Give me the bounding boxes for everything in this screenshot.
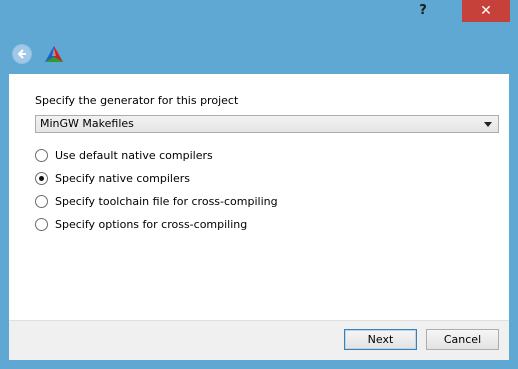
wizard-page: Specify the generator for this project M… — [9, 74, 509, 320]
cmake-logo-icon — [45, 46, 63, 62]
generator-select[interactable]: MinGW Makefiles — [35, 115, 499, 133]
radio-label: Specify toolchain file for cross-compili… — [55, 195, 278, 208]
back-arrow-icon[interactable] — [12, 44, 32, 64]
title-bar: ? ✕ — [0, 0, 518, 24]
radio-button-selected[interactable] — [35, 172, 48, 185]
radio-button[interactable] — [35, 149, 48, 162]
setup-dialog: ? ✕ Specify the generator for this proje… — [0, 0, 518, 369]
radio-button[interactable] — [35, 218, 48, 231]
generator-select-value: MinGW Makefiles — [40, 117, 134, 130]
radio-label: Specify options for cross-compiling — [55, 218, 248, 231]
close-button[interactable]: ✕ — [462, 0, 510, 22]
radio-button[interactable] — [35, 195, 48, 208]
help-button[interactable]: ? — [414, 0, 432, 22]
next-button[interactable]: Next — [344, 329, 417, 350]
wizard-nav — [0, 24, 518, 74]
chevron-down-icon — [484, 122, 492, 127]
button-bar: Next Cancel — [9, 320, 509, 360]
radio-label: Use default native compilers — [55, 149, 213, 162]
radio-label: Specify native compilers — [55, 172, 190, 185]
cancel-button[interactable]: Cancel — [426, 329, 499, 350]
generator-prompt: Specify the generator for this project — [35, 94, 239, 107]
